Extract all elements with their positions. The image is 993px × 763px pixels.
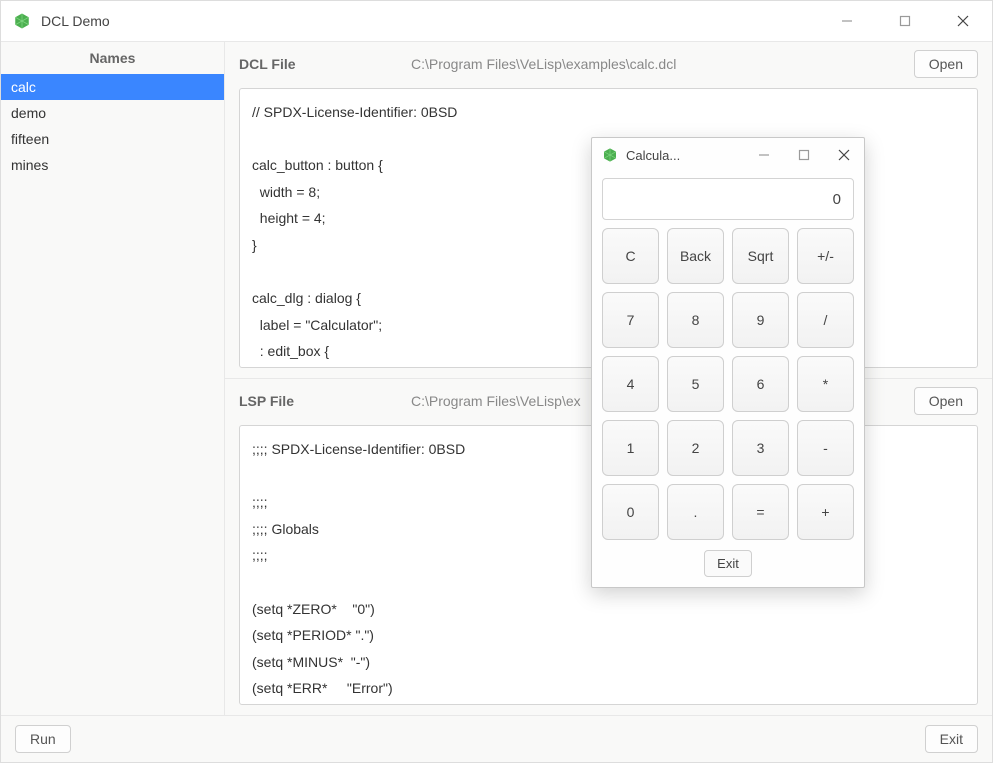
calc-button[interactable]: .: [667, 484, 724, 540]
names-list[interactable]: calcdemofifteenmines: [1, 74, 224, 715]
calc-minimize-button[interactable]: [744, 148, 784, 162]
minimize-button[interactable]: [818, 1, 876, 41]
calc-button[interactable]: 9: [732, 292, 789, 348]
dcl-open-button[interactable]: Open: [914, 50, 978, 78]
calc-app-icon: [602, 147, 618, 163]
calc-button[interactable]: 4: [602, 356, 659, 412]
calc-button[interactable]: 5: [667, 356, 724, 412]
calc-window-title: Calcula...: [626, 148, 744, 163]
calc-button[interactable]: 2: [667, 420, 724, 476]
minimize-icon: [841, 15, 853, 27]
maximize-button[interactable]: [876, 1, 934, 41]
close-icon: [957, 15, 969, 27]
exit-button[interactable]: Exit: [925, 725, 978, 753]
calc-button[interactable]: 1: [602, 420, 659, 476]
calc-button[interactable]: 3: [732, 420, 789, 476]
maximize-icon: [798, 149, 810, 161]
footer: Run Exit: [1, 715, 992, 762]
sidebar: Names calcdemofifteenmines: [1, 42, 225, 715]
calc-button[interactable]: 6: [732, 356, 789, 412]
calc-close-button[interactable]: [824, 148, 864, 162]
run-button[interactable]: Run: [15, 725, 71, 753]
calc-button[interactable]: -: [797, 420, 854, 476]
calc-body: 0 CBackSqrt+/- 789/ 456* 123- 0.=+ Exit: [592, 172, 864, 587]
list-item[interactable]: fifteen: [1, 126, 224, 152]
titlebar: DCL Demo: [1, 1, 992, 42]
calc-button[interactable]: 8: [667, 292, 724, 348]
window-controls: [818, 1, 992, 41]
close-icon: [838, 149, 850, 161]
dcl-file-path: C:\Program Files\VeLisp\examples\calc.dc…: [411, 56, 902, 72]
lsp-file-label: LSP File: [239, 393, 399, 409]
lsp-open-button[interactable]: Open: [914, 387, 978, 415]
maximize-icon: [899, 15, 911, 27]
calc-button[interactable]: /: [797, 292, 854, 348]
list-item[interactable]: calc: [1, 74, 224, 100]
calc-button[interactable]: *: [797, 356, 854, 412]
calc-titlebar: Calcula...: [592, 138, 864, 172]
calc-display[interactable]: 0: [602, 178, 854, 220]
list-item[interactable]: mines: [1, 152, 224, 178]
calc-button-grid: CBackSqrt+/- 789/ 456* 123- 0.=+: [602, 228, 854, 540]
calc-button[interactable]: C: [602, 228, 659, 284]
calculator-window: Calcula... 0 CBackSqrt+/- 789/ 456* 123- 0.=…: [591, 137, 865, 588]
calc-button[interactable]: Back: [667, 228, 724, 284]
calc-button[interactable]: =: [732, 484, 789, 540]
list-item[interactable]: demo: [1, 100, 224, 126]
calc-exit-row: Exit: [602, 550, 854, 577]
calc-button[interactable]: 0: [602, 484, 659, 540]
dcl-header: DCL File C:\Program Files\VeLisp\example…: [225, 42, 992, 84]
calc-button[interactable]: +: [797, 484, 854, 540]
app-icon: [13, 12, 31, 30]
calc-button[interactable]: Sqrt: [732, 228, 789, 284]
calc-maximize-button[interactable]: [784, 148, 824, 162]
sidebar-header: Names: [1, 42, 224, 74]
minimize-icon: [758, 149, 770, 161]
calc-button[interactable]: +/-: [797, 228, 854, 284]
dcl-file-label: DCL File: [239, 56, 399, 72]
calc-exit-button[interactable]: Exit: [704, 550, 752, 577]
window-title: DCL Demo: [41, 13, 818, 29]
calc-button[interactable]: 7: [602, 292, 659, 348]
close-button[interactable]: [934, 1, 992, 41]
